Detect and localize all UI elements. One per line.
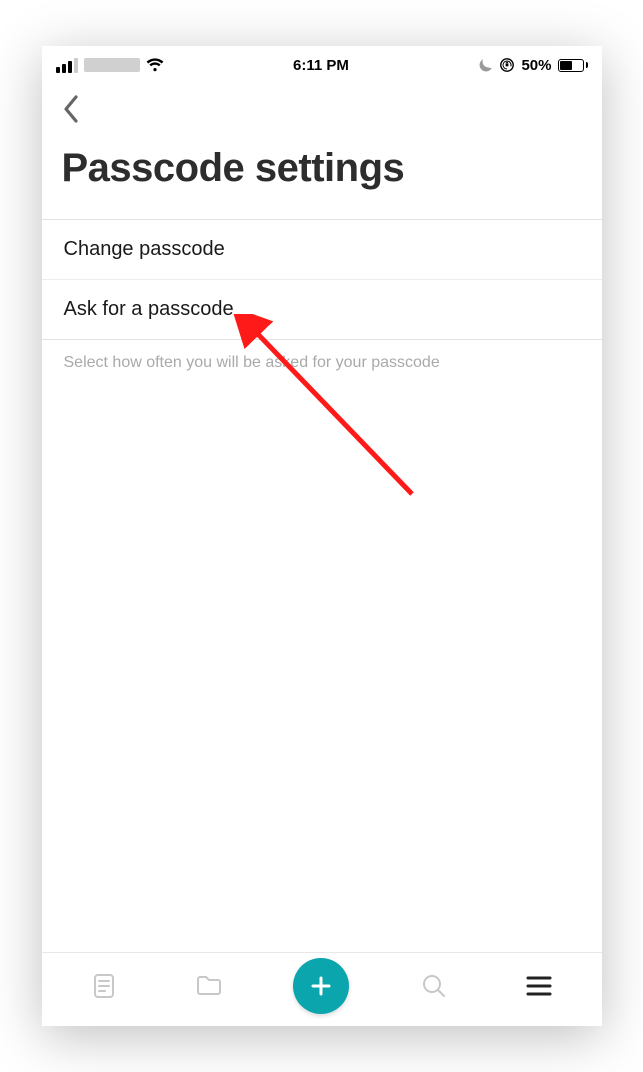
list-item-change-passcode[interactable]: Change passcode <box>42 220 602 280</box>
chevron-left-icon <box>62 95 80 123</box>
nav-search-button[interactable] <box>414 966 454 1006</box>
nav-notes-button[interactable] <box>84 966 124 1006</box>
wifi-icon <box>146 58 164 72</box>
nav-menu-button[interactable] <box>519 966 559 1006</box>
search-icon <box>420 972 448 1000</box>
bottom-nav <box>42 952 602 1026</box>
carrier-label-redacted <box>84 58 140 72</box>
status-left <box>56 58 164 73</box>
phone-screen: 6:11 PM 50% Passcode settings Change pas… <box>42 46 602 1026</box>
status-time: 6:11 PM <box>293 57 349 74</box>
battery-icon <box>558 59 588 72</box>
nav-add-button[interactable] <box>293 958 349 1014</box>
settings-list: Change passcode Ask for a passcode <box>42 219 602 340</box>
cellular-signal-icon <box>56 58 78 73</box>
nav-bar <box>42 80 602 130</box>
folder-icon <box>194 972 224 1000</box>
document-icon <box>90 972 118 1000</box>
do-not-disturb-icon <box>478 58 493 73</box>
battery-percent: 50% <box>521 57 551 74</box>
status-right: 50% <box>478 57 587 74</box>
list-item-label: Ask for a passcode <box>64 298 234 320</box>
back-button[interactable] <box>56 94 86 124</box>
list-item-ask-for-passcode[interactable]: Ask for a passcode <box>42 280 602 340</box>
helper-text: Select how often you will be asked for y… <box>42 340 602 386</box>
list-item-label: Change passcode <box>64 238 225 260</box>
hamburger-icon <box>526 975 552 997</box>
nav-folders-button[interactable] <box>189 966 229 1006</box>
rotation-lock-icon <box>499 57 515 73</box>
plus-icon <box>308 973 334 999</box>
page-title: Passcode settings <box>42 130 602 219</box>
status-bar: 6:11 PM 50% <box>42 46 602 80</box>
